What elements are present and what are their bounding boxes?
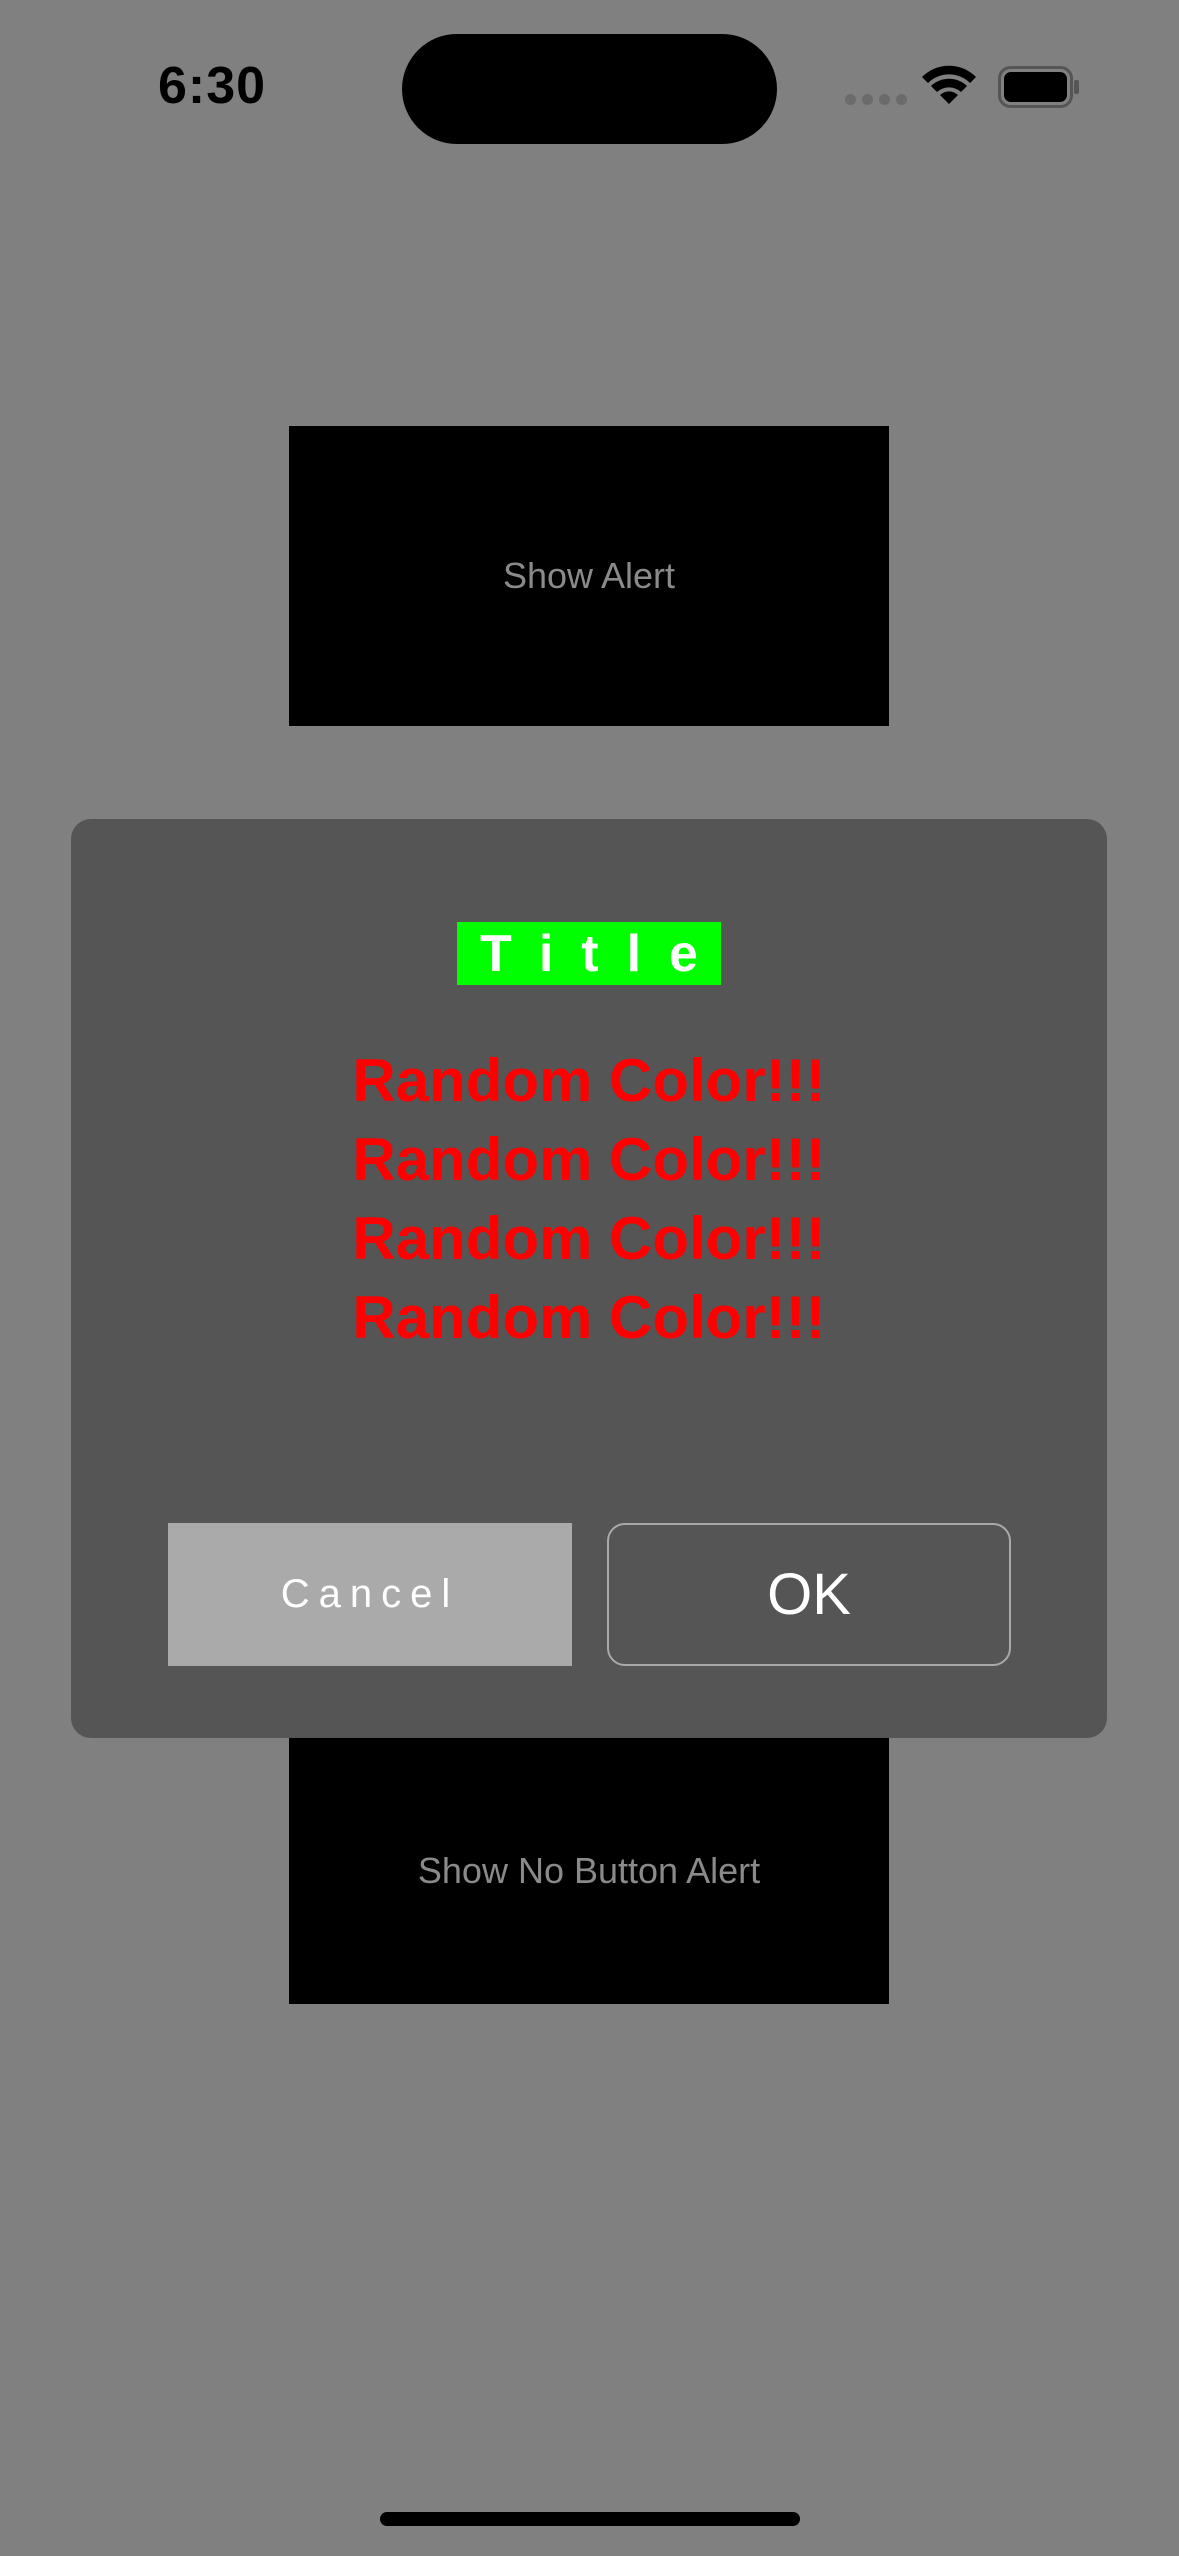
- show-alert-button[interactable]: Show Alert: [289, 426, 889, 726]
- alert-title: Title: [457, 922, 721, 985]
- ok-button[interactable]: OK: [607, 1523, 1011, 1666]
- cancel-button[interactable]: Cancel: [168, 1523, 572, 1666]
- alert-message: Random Color!!! Random Color!!! Random C…: [71, 1041, 1107, 1357]
- dynamic-island: [402, 34, 777, 144]
- alert-dialog: Title Random Color!!! Random Color!!! Ra…: [71, 819, 1107, 1738]
- battery-icon: [998, 66, 1079, 108]
- alert-message-line: Random Color!!!: [352, 1126, 826, 1193]
- cellular-signal-icon: [845, 94, 907, 105]
- show-no-button-alert-button[interactable]: Show No Button Alert: [289, 1738, 889, 2004]
- alert-message-line: Random Color!!!: [352, 1284, 826, 1351]
- wifi-icon: [922, 65, 976, 104]
- alert-message-line: Random Color!!!: [352, 1205, 826, 1272]
- alert-message-line: Random Color!!!: [352, 1047, 826, 1114]
- status-time: 6:30: [158, 57, 267, 115]
- home-indicator[interactable]: [380, 2512, 800, 2526]
